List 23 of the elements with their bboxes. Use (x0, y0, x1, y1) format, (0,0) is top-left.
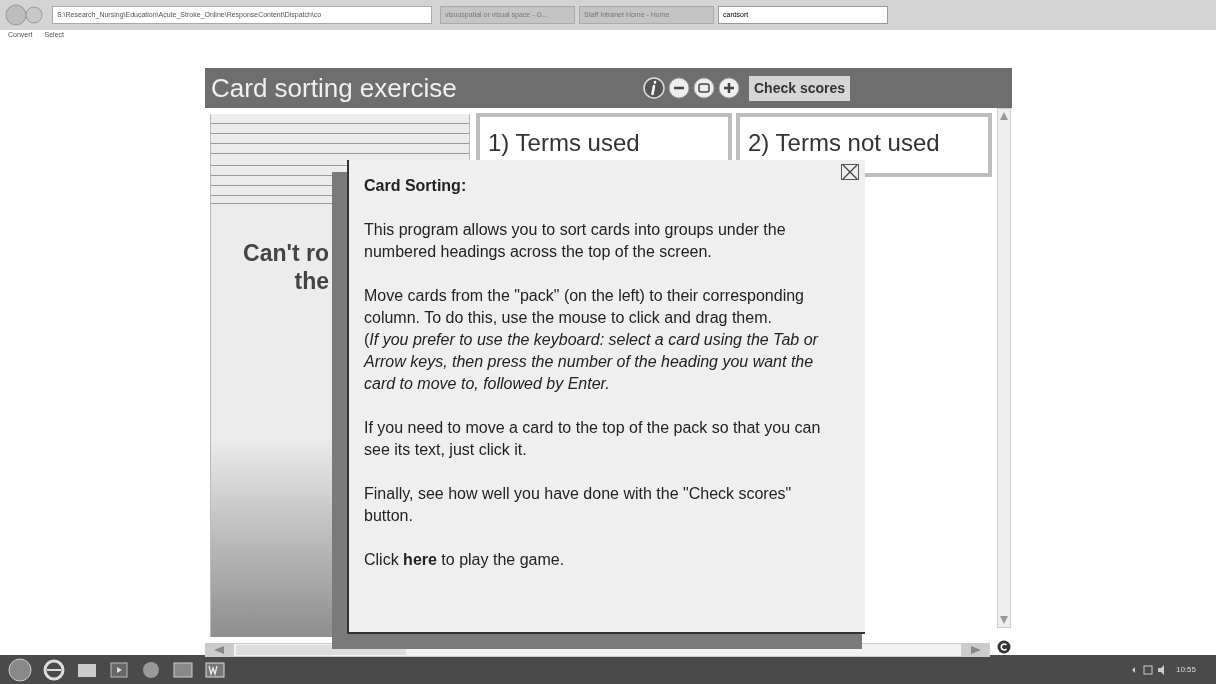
dialog-text: This program allows you to sort cards into groups under the numbered headings across the top of the screen. (364, 220, 787, 262)
browser-icon[interactable] (42, 658, 66, 681)
dialog-text: Finally, see how well you have done with the "Check scores" button. (364, 484, 793, 526)
copyright-icon (997, 640, 1011, 654)
zoom-out-icon[interactable] (668, 77, 690, 99)
media-player-icon[interactable] (108, 659, 130, 680)
clock-time: 10:55 (1175, 663, 1196, 676)
close-icon[interactable] (841, 164, 859, 180)
reset-zoom-icon[interactable] (693, 77, 715, 99)
dialog-text: Click here to play the game. (364, 550, 566, 570)
dialog-text: (If you prefer to use the keyboard: select a card using the Tab or Arrow keys, then press the number of the heading you want the card to move to, followed by Enter. (364, 330, 820, 394)
word-app-icon[interactable] (204, 659, 226, 680)
check-scores-button[interactable]: Check scores (749, 75, 851, 101)
info-icon[interactable] (643, 77, 665, 99)
dialog-text: Move cards from the "pack" (on the left) to their corresponding column. To do this, use the mouse to click and drag them. (364, 286, 805, 328)
zoom-in-icon[interactable] (718, 77, 740, 99)
dialog-title: Card Sorting: (364, 176, 468, 196)
card-text: the (294, 267, 329, 295)
office-app-icon[interactable] (172, 659, 194, 680)
card-text: Can't ro (243, 239, 329, 267)
app-title: Card sorting exercise (211, 75, 458, 101)
start-button-icon[interactable] (8, 657, 32, 682)
dialog-text: If you need to move a card to the top of the pack so that you can see its text, just click it. (364, 418, 822, 460)
